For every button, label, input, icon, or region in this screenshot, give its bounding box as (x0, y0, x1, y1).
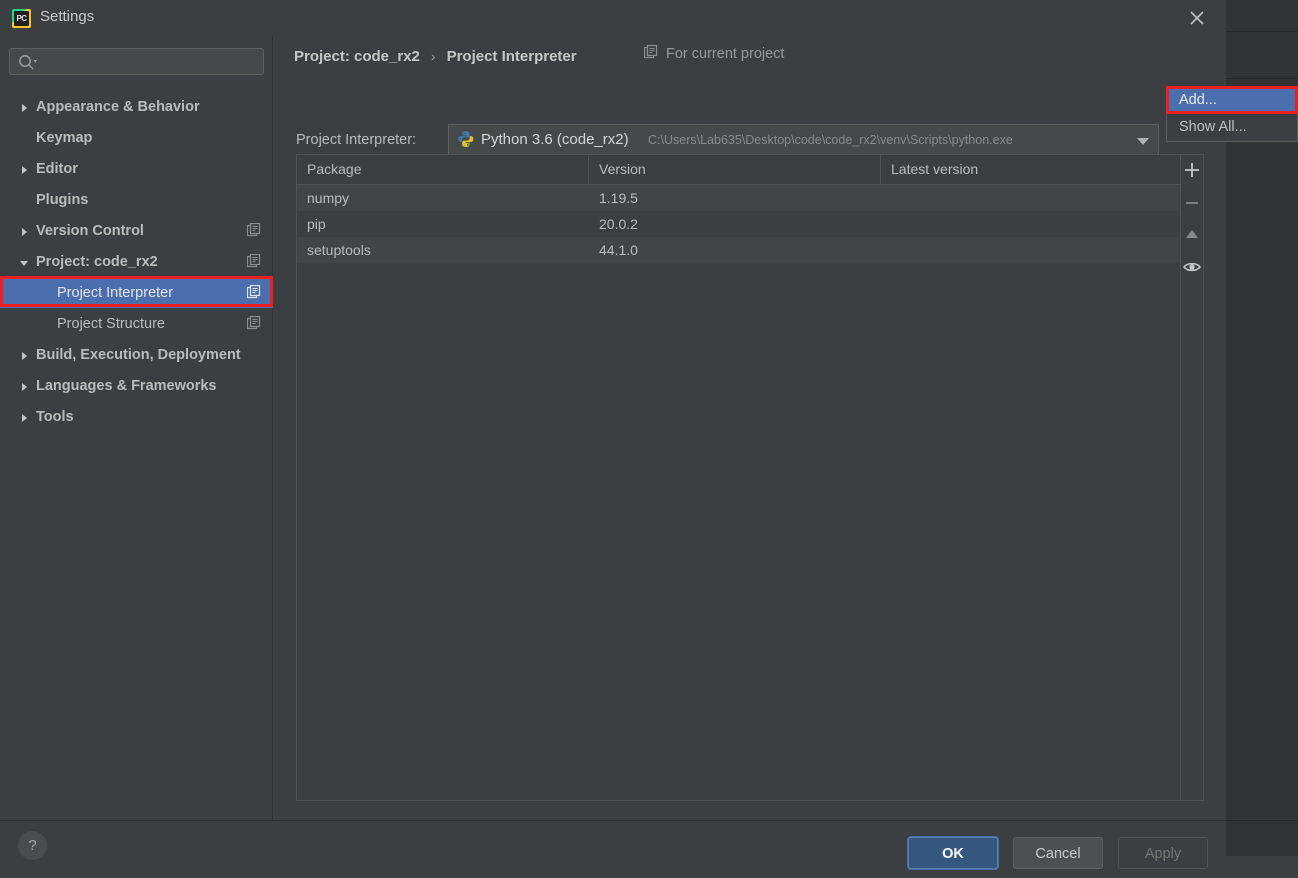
sidebar-item-label: Project: code_rx2 (36, 253, 158, 270)
interpreter-label: Project Interpreter: (296, 132, 417, 148)
cell-package: pip (307, 216, 326, 232)
breadcrumb: Project: code_rx2 › Project Interpreter (294, 44, 577, 68)
cell-latest (881, 237, 1180, 263)
sidebar-item-label: Plugins (36, 191, 89, 208)
sidebar-item-label: Languages & Frameworks (36, 377, 217, 394)
sidebar-item-label: Build, Execution, Deployment (36, 346, 241, 363)
upgrade-package-icon[interactable] (1181, 219, 1203, 251)
sidebar-item-version-control[interactable]: Version Control (0, 215, 273, 246)
sidebar-item-build-execution-deployment[interactable]: Build, Execution, Deployment (0, 339, 273, 370)
packages-toolbar (1180, 155, 1203, 800)
show-early-releases-icon[interactable] (1181, 251, 1203, 283)
cell-version: 1.19.5 (599, 190, 638, 206)
search-field[interactable] (9, 48, 264, 75)
module-icon (246, 284, 261, 302)
settings-dialog: PC Settings Appearance & Behavior Keymap… (0, 0, 1226, 878)
sidebar-item-label: Version Control (36, 222, 144, 239)
chevron-down-icon[interactable] (1137, 138, 1149, 145)
sidebar-item-tools[interactable]: Tools (0, 401, 273, 432)
sidebar-item-project-structure[interactable]: Project Structure (0, 308, 273, 339)
chevron-down-icon[interactable] (18, 256, 30, 268)
module-icon (246, 253, 261, 271)
packages-table-header: Package Version Latest version (297, 155, 1180, 185)
table-row[interactable]: pip 20.0.2 (297, 211, 1180, 237)
interpreter-name: Python 3.6 (code_rx2) (481, 131, 629, 148)
scope-label: For current project (666, 45, 785, 62)
breadcrumb-parent[interactable]: Project: code_rx2 (294, 48, 420, 65)
chevron-right-icon[interactable] (18, 380, 30, 392)
remove-package-icon[interactable] (1181, 187, 1203, 219)
table-row[interactable]: numpy 1.19.5 (297, 185, 1180, 211)
help-button[interactable]: ? (18, 831, 47, 860)
settings-sidebar: Appearance & Behavior Keymap Editor Plugins… (0, 36, 273, 820)
title-bar: PC Settings (0, 0, 1226, 36)
chevron-right-icon[interactable] (18, 225, 30, 237)
cell-package: numpy (307, 190, 350, 206)
sidebar-item-project-code-rx2[interactable]: Project: code_rx2 (0, 246, 273, 277)
sidebar-item-appearance-behavior[interactable]: Appearance & Behavior (0, 91, 273, 122)
sidebar-item-editor[interactable]: Editor (0, 153, 273, 184)
sidebar-item-label: Keymap (36, 129, 93, 146)
packages-table: Package Version Latest version numpy 1.19.5… (297, 155, 1180, 800)
packages-panel: Package Version Latest version numpy 1.19.5… (296, 154, 1204, 801)
window-title: Settings (40, 8, 95, 25)
sidebar-item-plugins[interactable]: Plugins (0, 184, 273, 215)
ide-bg-divider (1226, 820, 1298, 821)
settings-content: Project: code_rx2 › Project Interpreter … (274, 36, 1226, 820)
column-header[interactable]: Package (297, 155, 589, 184)
ide-bg-divider (1226, 31, 1298, 32)
breadcrumb-separator: › (430, 48, 436, 64)
search-input[interactable] (44, 52, 258, 74)
chevron-right-icon[interactable] (18, 411, 30, 423)
sidebar-item-project-interpreter[interactable]: Project Interpreter (0, 277, 273, 308)
python-venv-icon (457, 130, 476, 152)
cell-version: 44.1.0 (599, 242, 638, 258)
chevron-right-icon[interactable] (18, 349, 30, 361)
menu-item-add[interactable]: Add... (1167, 87, 1297, 114)
cell-package: setuptools (307, 242, 371, 258)
menu-item-show-all[interactable]: Show All... (1167, 114, 1297, 141)
sidebar-item-label: Project Structure (57, 315, 165, 332)
selection-edge (269, 277, 273, 308)
scope-indicator: For current project (643, 44, 785, 62)
cell-version: 20.0.2 (599, 216, 638, 232)
column-header[interactable]: Version (589, 155, 881, 184)
cell-latest (881, 185, 1180, 211)
breadcrumb-current: Project Interpreter (446, 47, 577, 65)
add-package-icon[interactable] (1181, 155, 1203, 187)
settings-tree: Appearance & Behavior Keymap Editor Plugins… (0, 91, 273, 432)
apply-button: Apply (1118, 837, 1208, 869)
pycharm-icon: PC (12, 9, 31, 28)
interpreter-combobox[interactable]: Python 3.6 (code_rx2) C:\Users\Lab635\De… (448, 124, 1159, 155)
packages-table-body: numpy 1.19.5 pip 20.0.2 setuptools 44.1.0 (297, 185, 1180, 263)
cancel-button[interactable]: Cancel (1013, 837, 1103, 869)
sidebar-item-label: Editor (36, 160, 78, 177)
table-row[interactable]: setuptools 44.1.0 (297, 237, 1180, 263)
column-header[interactable]: Latest version (881, 155, 1180, 184)
sidebar-item-label: Tools (36, 408, 74, 425)
screen: PC Settings Appearance & Behavior Keymap… (0, 0, 1298, 878)
module-icon (643, 44, 658, 62)
chevron-right-icon[interactable] (18, 163, 30, 175)
ide-bg-divider (1226, 78, 1298, 79)
sidebar-item-label: Project Interpreter (57, 284, 174, 301)
sidebar-item-keymap[interactable]: Keymap (0, 122, 273, 153)
cell-latest (881, 211, 1180, 237)
module-icon (246, 315, 261, 333)
interpreter-popup-menu: Add... Show All... (1166, 86, 1298, 142)
sidebar-item-languages-frameworks[interactable]: Languages & Frameworks (0, 370, 273, 401)
chevron-right-icon[interactable] (18, 101, 30, 113)
sidebar-item-label: Appearance & Behavior (36, 98, 200, 115)
module-icon (246, 222, 261, 240)
close-icon[interactable] (1182, 6, 1212, 30)
ide-taskbar (1226, 856, 1298, 878)
ok-button[interactable]: OK (908, 837, 998, 869)
interpreter-path: C:\Users\Lab635\Desktop\code\code_rx2\ve… (648, 133, 1013, 147)
dialog-footer: ? OK Cancel Apply (0, 820, 1226, 878)
search-icon (18, 54, 38, 73)
